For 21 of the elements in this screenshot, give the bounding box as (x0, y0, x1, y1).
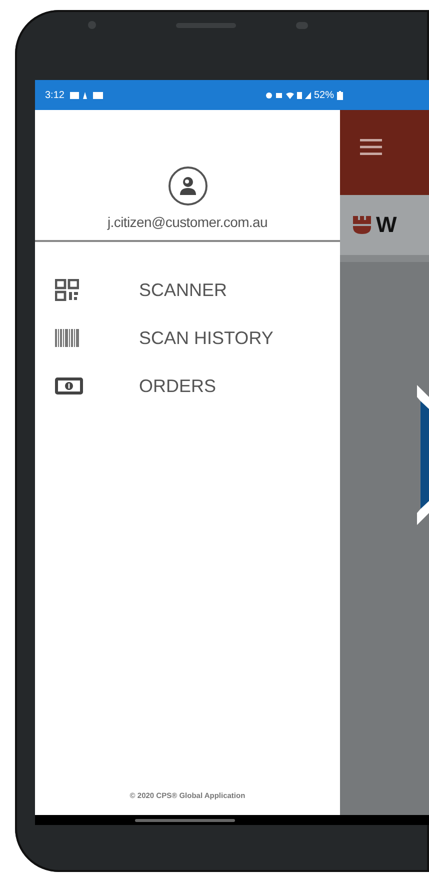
avatar-icon (168, 166, 208, 206)
menu-item[interactable]: ORDERS (35, 362, 340, 410)
battery-icon (337, 90, 343, 100)
banknote-icon (55, 375, 83, 397)
battery-level: 52% (314, 90, 334, 100)
sensor-icon (296, 22, 308, 28)
menu-label: ORDERS (139, 376, 216, 396)
logo-icon (352, 215, 372, 235)
menu-icon[interactable] (360, 138, 382, 154)
menu-label: SCAN HISTORY (139, 328, 274, 348)
logo-text: W (376, 212, 397, 238)
menu-item[interactable]: SCANNER (35, 266, 340, 314)
home-handle[interactable] (134, 818, 234, 822)
user-email: j.citizen@customer.com.au (108, 214, 268, 230)
menu-label: SCANNER (139, 280, 228, 300)
system-icons (264, 90, 311, 100)
status-time: 3:12 (45, 90, 64, 100)
camera-icon (88, 21, 96, 29)
chevron-arrow-icon (417, 385, 429, 525)
notification-icons (70, 90, 104, 100)
menu-item[interactable]: SCAN HISTORY (35, 314, 340, 362)
